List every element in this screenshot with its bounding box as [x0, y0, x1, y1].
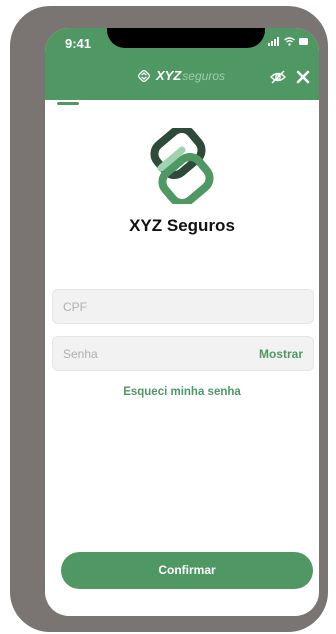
brand-logo-icon — [138, 69, 150, 82]
status-icons — [268, 37, 309, 46]
app-screen: 9:41 XYZ seguros XYZ Seguros CPF Mostrar… — [45, 28, 319, 616]
show-password-button[interactable]: Mostrar — [259, 347, 303, 361]
brand-name-light: seguros — [182, 68, 225, 83]
header-brand: XYZ seguros — [137, 68, 225, 83]
close-icon — [296, 70, 310, 84]
progress-indicator — [57, 102, 79, 105]
password-field[interactable]: Mostrar — [52, 336, 314, 371]
hide-values-button[interactable] — [269, 69, 287, 85]
confirm-button[interactable]: Confirmar — [61, 552, 313, 589]
close-button[interactable] — [294, 68, 312, 86]
xyz-logo-icon — [145, 124, 219, 208]
brand-name-bold: XYZ — [156, 68, 182, 83]
battery-icon — [299, 38, 308, 45]
phone-frame: 9:41 XYZ seguros XYZ Seguros CPF Mostrar… — [10, 6, 328, 632]
app-title: XYZ Seguros — [129, 216, 235, 235]
cpf-field[interactable] — [52, 289, 314, 324]
status-time: 9:41 — [65, 36, 92, 51]
password-input[interactable] — [63, 337, 253, 370]
signal-icon — [268, 37, 279, 46]
cpf-input[interactable] — [63, 290, 253, 323]
app-header: 9:41 XYZ seguros — [45, 28, 319, 100]
forgot-password-link[interactable]: Esqueci minha senha — [45, 386, 319, 398]
device-notch — [107, 28, 265, 48]
wifi-icon — [284, 37, 295, 46]
eye-off-icon — [270, 70, 286, 84]
